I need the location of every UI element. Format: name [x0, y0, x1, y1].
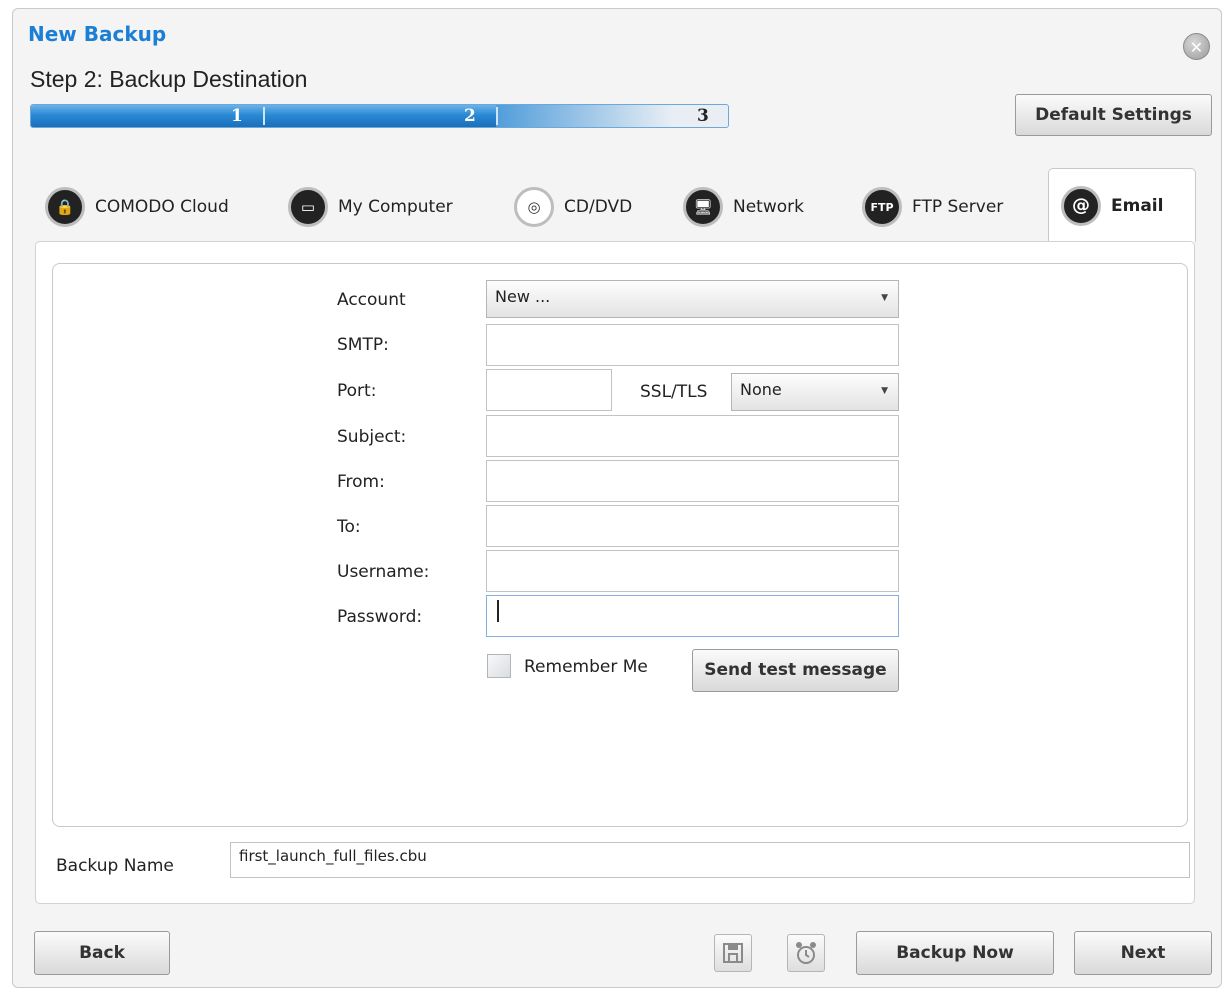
floppy-disk-icon-graphic	[723, 943, 743, 963]
ftp-icon: FTP	[862, 187, 902, 227]
account-select-value: New ...	[495, 287, 551, 306]
progress-fade	[495, 105, 673, 127]
tab-label: Email	[1111, 195, 1164, 216]
ssl-tls-label: SSL/TLS	[640, 382, 708, 402]
username-field[interactable]	[486, 550, 899, 592]
backup-name-field[interactable]: first_launch_full_files.cbu	[230, 842, 1190, 878]
progress-step-1: 1	[231, 106, 243, 126]
tab-label: Network	[733, 197, 804, 217]
backup-name-label: Backup Name	[56, 856, 174, 876]
ssl-tls-select-value: None	[740, 380, 782, 399]
port-label: Port:	[337, 381, 377, 401]
close-icon[interactable]: ✕	[1183, 33, 1210, 60]
tab-comodo-cloud[interactable]: 🔒 COMODO Cloud	[45, 184, 229, 230]
default-settings-button[interactable]: Default Settings	[1015, 94, 1212, 136]
progress-step-3: 3	[697, 106, 709, 126]
smtp-label: SMTP:	[337, 335, 389, 355]
floppy-disk-icon[interactable]	[714, 934, 752, 972]
subject-label: Subject:	[337, 427, 407, 447]
account-label: Account	[337, 290, 406, 310]
progress-separator	[263, 107, 265, 125]
password-label: Password:	[337, 607, 423, 627]
tab-network[interactable]: 🖥 Network	[683, 184, 804, 230]
username-label: Username:	[337, 562, 430, 582]
monitor-icon: ▭	[288, 187, 328, 227]
tab-email[interactable]: @ Email	[1048, 168, 1196, 242]
destination-tabs: 🔒 COMODO Cloud ▭ My Computer ◎ CD/DVD 🖥 …	[40, 168, 1200, 242]
progress-separator	[496, 107, 498, 125]
tab-label: FTP Server	[912, 197, 1004, 217]
send-test-message-button[interactable]: Send test message	[692, 649, 899, 692]
alarm-clock-icon[interactable]	[787, 934, 825, 972]
ssl-tls-select[interactable]: None ▼	[731, 373, 899, 411]
remember-me-label[interactable]: Remember Me	[524, 657, 648, 677]
tab-label: My Computer	[338, 197, 453, 217]
tab-ftp-server[interactable]: FTP FTP Server	[862, 184, 1003, 230]
to-field[interactable]	[486, 505, 899, 547]
from-label: From:	[337, 472, 385, 492]
chevron-down-icon: ▼	[881, 386, 888, 396]
backup-now-button[interactable]: Backup Now	[856, 931, 1054, 975]
tab-label: CD/DVD	[564, 197, 633, 217]
window-title: New Backup	[28, 22, 167, 46]
to-label: To:	[337, 517, 361, 537]
chevron-down-icon: ▼	[881, 293, 888, 303]
from-field[interactable]	[486, 460, 899, 502]
account-select[interactable]: New ... ▼	[486, 280, 899, 318]
remember-me-checkbox[interactable]	[487, 654, 511, 678]
subject-field[interactable]	[486, 415, 899, 457]
progress-step-2: 2	[464, 106, 476, 126]
cloud-lock-icon: 🔒	[45, 187, 85, 227]
tab-cd-dvd[interactable]: ◎ CD/DVD	[514, 184, 632, 230]
password-field[interactable]	[486, 595, 899, 637]
network-icon: 🖥	[683, 187, 723, 227]
tab-my-computer[interactable]: ▭ My Computer	[288, 184, 453, 230]
disc-icon: ◎	[514, 187, 554, 227]
text-cursor	[497, 600, 499, 622]
port-field[interactable]	[486, 369, 612, 411]
at-sign-icon: @	[1061, 185, 1101, 226]
tab-label: COMODO Cloud	[95, 197, 229, 217]
step-title: Step 2: Backup Destination	[30, 66, 308, 92]
back-button[interactable]: Back	[34, 931, 170, 975]
alarm-clock-icon-graphic	[796, 942, 816, 964]
smtp-field[interactable]	[486, 324, 899, 366]
next-button[interactable]: Next	[1074, 931, 1212, 975]
step-progress-bar: 1 2 3	[30, 104, 729, 128]
